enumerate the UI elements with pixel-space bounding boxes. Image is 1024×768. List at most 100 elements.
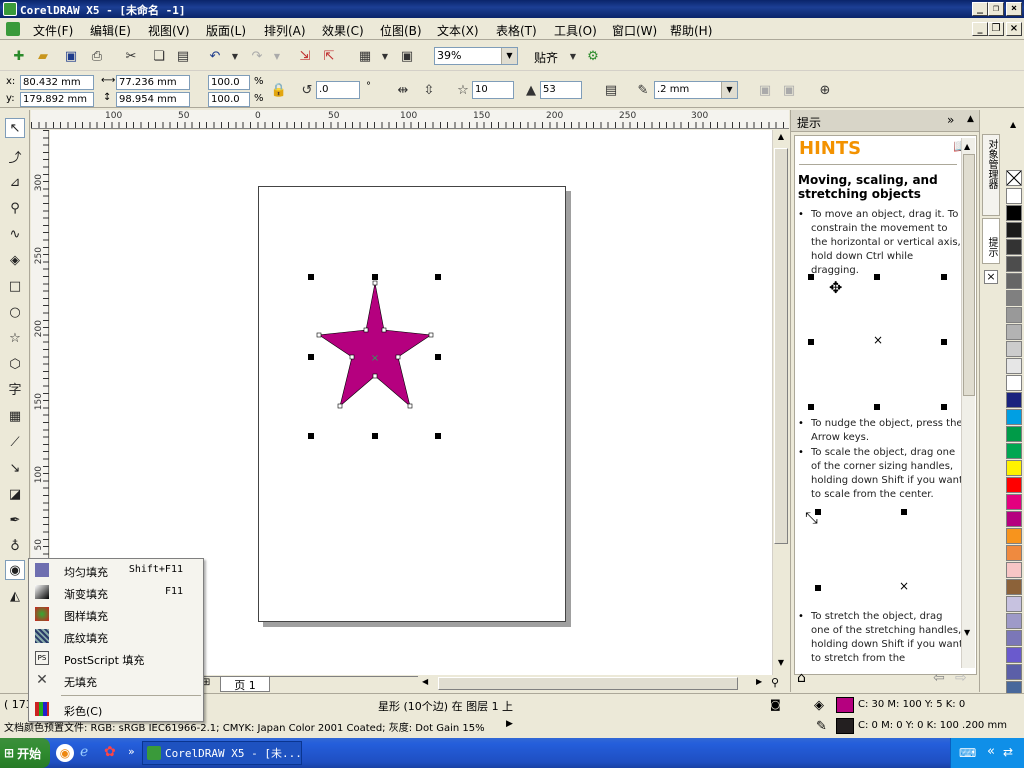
wrap-text-icon[interactable]: ▤ <box>602 81 620 99</box>
new-icon[interactable]: ✚ <box>10 47 28 65</box>
color-swatch[interactable] <box>1006 307 1022 323</box>
color-swatch[interactable] <box>1006 494 1022 510</box>
undo-icon[interactable]: ↶ <box>206 47 224 65</box>
color-swatch[interactable] <box>1006 375 1022 391</box>
selection-handle[interactable] <box>435 274 441 280</box>
scroll-right-icon[interactable]: ▶ <box>756 677 762 686</box>
color-swatch[interactable] <box>1006 290 1022 306</box>
scroll-down-icon[interactable]: ▼ <box>774 658 788 672</box>
menu-layout[interactable]: 版面(L) <box>206 22 246 39</box>
menu-help[interactable]: 帮助(H) <box>670 22 712 39</box>
vertical-scrollbar[interactable]: ▲ ▼ <box>772 130 789 675</box>
color-swatch[interactable] <box>1006 613 1022 629</box>
hints-scroll-thumb[interactable] <box>963 154 975 396</box>
chrome-icon[interactable]: ◉ <box>56 744 74 762</box>
minimize-button[interactable]: _ <box>972 2 988 16</box>
menu-effects[interactable]: 效果(C) <box>322 22 364 39</box>
dimension-tool-icon[interactable]: ⟋ <box>5 432 25 452</box>
snapshot-icon[interactable]: ◙ <box>770 698 781 711</box>
table-tool-icon[interactable]: ▦ <box>5 406 25 426</box>
tray-expand-icon[interactable]: « <box>987 744 995 759</box>
selection-handle[interactable] <box>372 274 378 280</box>
quicklaunch-expand-icon[interactable]: » <box>128 745 135 758</box>
scroll-thumb[interactable] <box>774 148 788 544</box>
scale-y-field[interactable]: 100.0 <box>208 92 250 107</box>
basic-shapes-icon[interactable]: ⬡ <box>5 354 25 374</box>
copy-icon[interactable]: ❏ <box>150 47 168 65</box>
width-field[interactable]: 77.236 mm <box>116 75 190 90</box>
palette-up-icon[interactable]: ▲ <box>1010 120 1016 129</box>
shape-tool-icon[interactable]: ⤴ <box>5 146 25 166</box>
tab-object-manager[interactable]: 对象管理器 <box>982 134 1000 216</box>
menu-text[interactable]: 文本(X) <box>437 22 479 39</box>
save-icon[interactable]: ▣ <box>62 47 80 65</box>
menu-arrange[interactable]: 排列(A) <box>264 22 306 39</box>
launcher-dropdown-icon[interactable]: ▼ <box>376 47 394 65</box>
zoom-levels-select[interactable]: 39% ▼ <box>434 47 518 65</box>
profile-arrow-icon[interactable]: ▶ <box>506 719 513 729</box>
color-swatch[interactable] <box>1006 426 1022 442</box>
hscroll-thumb[interactable] <box>438 677 738 690</box>
docker-up-icon[interactable]: ▲ <box>967 114 974 124</box>
welcome-screen-icon[interactable]: ▣ <box>398 47 416 65</box>
color-swatch[interactable] <box>1006 579 1022 595</box>
color-swatch[interactable] <box>1006 358 1022 374</box>
selection-handle[interactable] <box>308 433 314 439</box>
zoom-tool-icon[interactable]: ⚲ <box>5 198 25 218</box>
selection-handle[interactable] <box>372 433 378 439</box>
tab-hints[interactable]: 提示 <box>982 218 1000 264</box>
menu-tools[interactable]: 工具(O) <box>554 22 597 39</box>
color-swatch[interactable] <box>1006 239 1022 255</box>
outline-tool-icon[interactable]: ♁ <box>5 536 25 556</box>
mirror-horizontal-icon[interactable]: ⇹ <box>394 81 412 99</box>
convert-to-curves-icon[interactable]: ⊕ <box>816 81 834 99</box>
star-object[interactable]: × <box>300 270 450 442</box>
start-button[interactable]: ⊞ 开始 <box>0 738 50 768</box>
mirror-vertical-icon[interactable]: ⇳ <box>420 81 438 99</box>
export-icon[interactable]: ⇱ <box>320 47 338 65</box>
restore-button[interactable]: ❐ <box>988 2 1004 16</box>
color-swatch[interactable] <box>1006 341 1022 357</box>
flyout-no-fill[interactable]: ✕ 无填充 <box>29 670 203 692</box>
fill-status-icon[interactable]: ◈ <box>814 698 824 713</box>
app-quicklaunch-icon[interactable]: ✿ <box>104 744 116 760</box>
x-position-field[interactable]: 80.432 mm <box>20 75 94 90</box>
menu-file[interactable]: 文件(F) <box>33 22 73 39</box>
menu-window[interactable]: 窗口(W) <box>612 22 657 39</box>
paste-icon[interactable]: ▤ <box>174 47 192 65</box>
color-swatch[interactable] <box>1006 528 1022 544</box>
print-icon[interactable]: ⎙ <box>88 47 106 65</box>
to-back-icon[interactable]: ▣ <box>780 81 798 99</box>
flyout-uniform-fill[interactable]: 均匀填充 Shift+F11 <box>29 560 203 582</box>
y-position-field[interactable]: 179.892 mm <box>20 92 94 107</box>
color-swatch[interactable] <box>1006 545 1022 561</box>
chevron-down-icon[interactable]: ▼ <box>721 82 737 98</box>
polygon-tool-icon[interactable]: ☆ <box>5 328 25 348</box>
color-swatch[interactable] <box>1006 511 1022 527</box>
color-swatch[interactable] <box>1006 647 1022 663</box>
sharpness-field[interactable]: 53 <box>540 81 582 99</box>
flyout-fountain-fill[interactable]: 渐变填充 F11 <box>29 582 203 604</box>
text-tool-icon[interactable]: 字 <box>5 378 25 398</box>
color-swatch[interactable] <box>1006 256 1022 272</box>
height-field[interactable]: 98.954 mm <box>116 92 190 107</box>
flyout-pattern-fill[interactable]: 图样填充 <box>29 604 203 626</box>
selection-handle[interactable] <box>435 354 441 360</box>
flyout-texture-fill[interactable]: 底纹填充 <box>29 626 203 648</box>
taskbar-coreldraw[interactable]: CorelDRAW X5 - [未... <box>142 741 302 765</box>
close-docker-icon[interactable]: × <box>984 270 998 284</box>
ellipse-tool-icon[interactable]: ○ <box>5 302 25 322</box>
horizontal-ruler[interactable]: 100 50 0 50 100 150 200 250 300 <box>31 110 789 129</box>
keyboard-icon[interactable]: ⌨ <box>959 746 976 760</box>
doc-minimize-button[interactable]: _ <box>972 22 988 36</box>
scale-x-field[interactable]: 100.0 <box>208 75 250 90</box>
selection-handle[interactable] <box>435 433 441 439</box>
star-points-field[interactable]: 10 <box>472 81 514 99</box>
menu-view[interactable]: 视图(V) <box>148 22 190 39</box>
star-shape[interactable] <box>318 282 432 407</box>
redo-dropdown-icon[interactable]: ▼ <box>268 47 286 65</box>
color-swatch[interactable] <box>1006 273 1022 289</box>
color-swatch[interactable] <box>1006 222 1022 238</box>
color-swatch[interactable] <box>1006 443 1022 459</box>
color-swatch[interactable] <box>1006 188 1022 204</box>
